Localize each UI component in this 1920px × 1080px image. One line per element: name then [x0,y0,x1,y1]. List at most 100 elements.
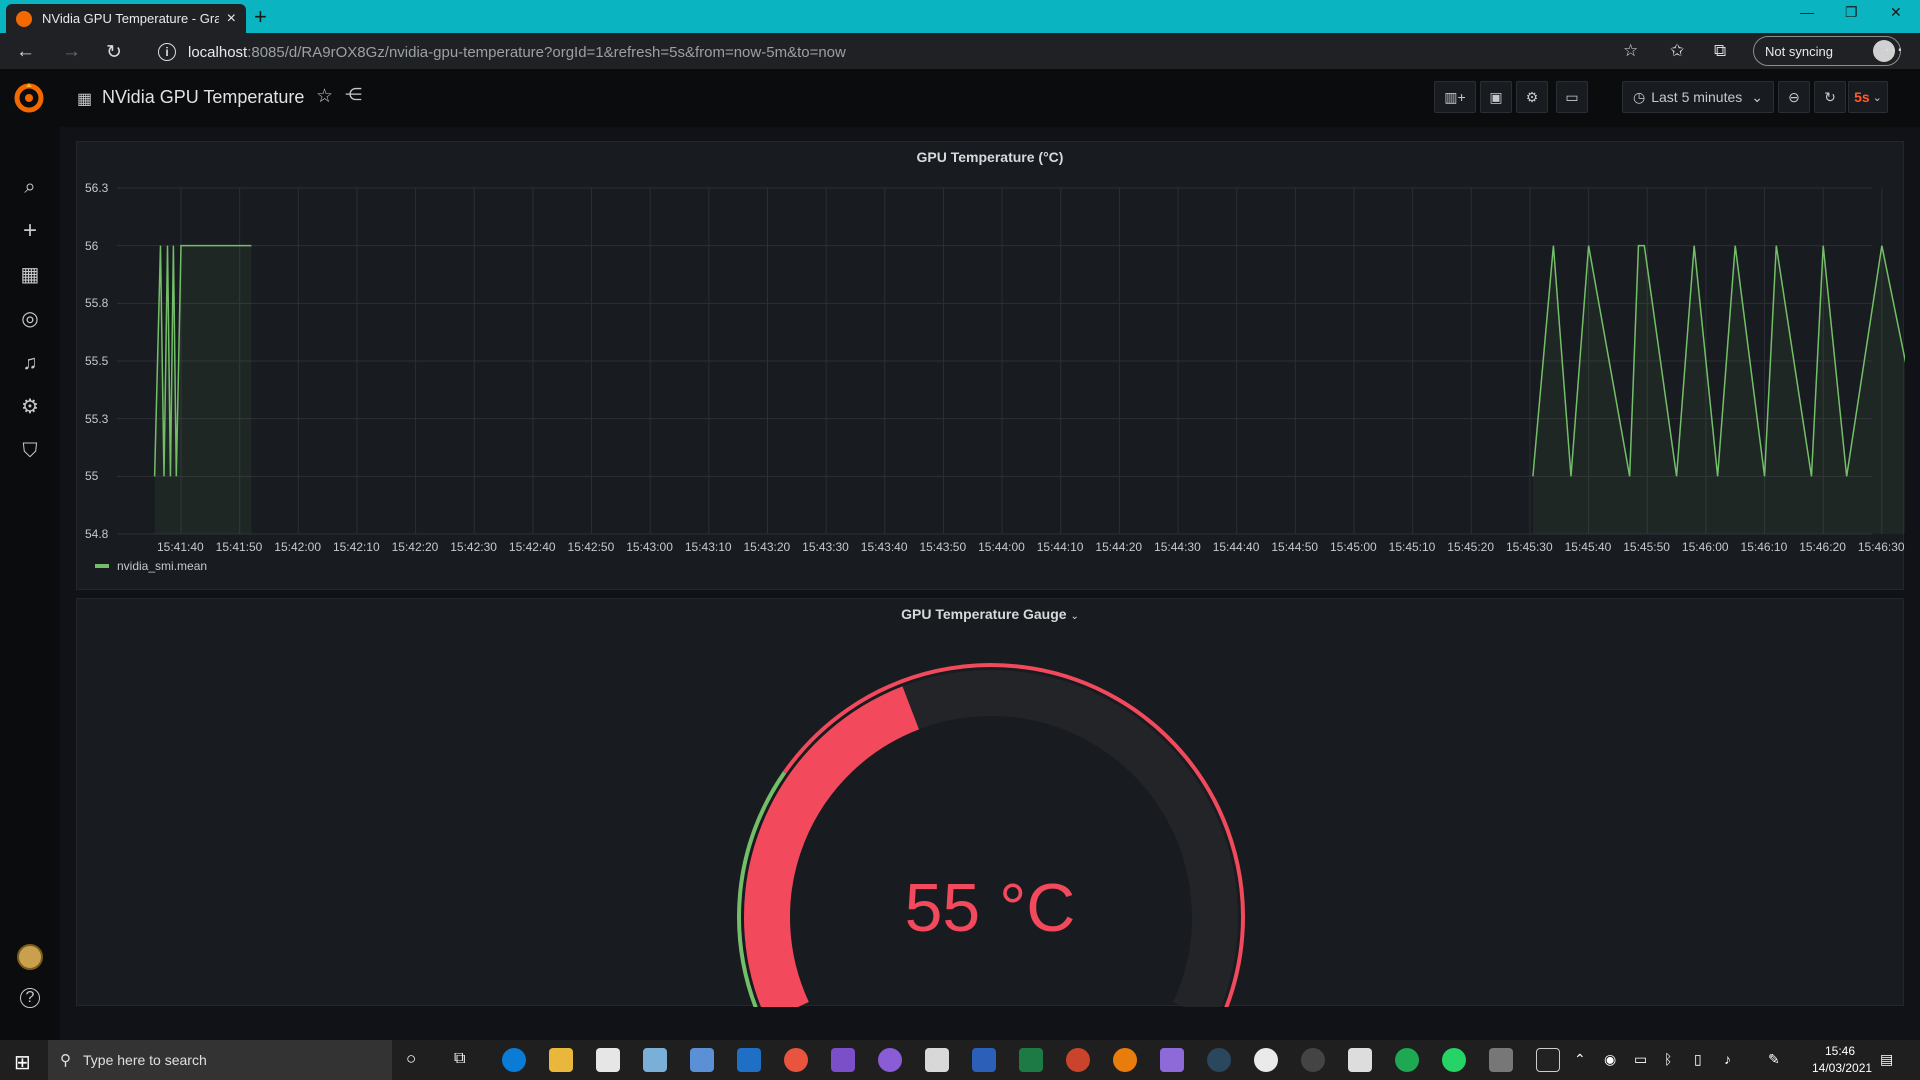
x-tick-label: 15:44:00 [978,540,1025,554]
terminal-app-icon[interactable] [1536,1048,1560,1072]
app-icon-15[interactable] [1160,1048,1184,1072]
x-tick-label: 15:46:20 [1799,540,1846,554]
store-app-icon[interactable] [596,1048,620,1072]
notifications-icon[interactable]: ▤ [1880,1051,1893,1068]
windows-start-icon[interactable]: ⊞ [14,1050,31,1075]
obs-app-icon[interactable] [1301,1048,1325,1072]
close-window-icon[interactable]: ✕ [1890,4,1902,21]
chevron-down-icon: ⌄ [1751,88,1763,105]
hangouts-app-icon[interactable] [1395,1048,1419,1072]
excel-app-icon[interactable] [1019,1048,1043,1072]
github-desktop-app-icon[interactable] [878,1048,902,1072]
file-explorer-icon[interactable] [549,1048,573,1072]
cycle-view-mode-button[interactable]: ▭ [1556,81,1588,113]
info-icon[interactable]: i [158,43,176,61]
url-path: :8085/d/RA9rOX8Gz/nvidia-gpu-temperature… [247,43,846,61]
app-icon-7[interactable] [784,1048,808,1072]
forward-icon[interactable]: → [62,41,81,63]
explore-compass-icon[interactable]: ◎ [18,307,42,331]
whatsapp-app-icon[interactable] [1442,1048,1466,1072]
app-icon-10[interactable] [925,1048,949,1072]
favorites-icon[interactable]: ✩ [1670,41,1684,61]
temperature-chart[interactable] [77,142,1905,591]
grafana-logo-icon[interactable] [12,81,46,115]
sync-label: Not syncing [1765,43,1833,59]
show-hidden-icons-chevron-icon[interactable]: ⌃ [1574,1051,1586,1068]
gear-icon: ⚙ [1525,88,1539,105]
x-tick-label: 15:43:20 [743,540,791,554]
series-area [1532,245,1905,534]
app-icon-17[interactable] [1254,1048,1278,1072]
tab-close-icon[interactable]: × [227,10,236,28]
edge-app-icon[interactable] [502,1048,526,1072]
dashboard-grid-icon: ▦ [77,91,93,108]
usb-tray-icon[interactable]: ▯ [1694,1051,1702,1068]
restore-icon[interactable]: ❐ [1845,4,1858,21]
collections-icon[interactable]: ⧉ [1714,41,1726,61]
unity-app-icon[interactable] [1348,1048,1372,1072]
app-icon-22[interactable] [1489,1048,1513,1072]
search-icon[interactable]: ⌕ [18,175,42,199]
task-view-icon[interactable]: ⧉ [454,1050,465,1068]
powerpoint-app-icon[interactable] [1066,1048,1090,1072]
star-dashboard-icon[interactable]: ☆ [316,85,333,108]
alerting-bell-icon[interactable]: ♫ [18,351,42,375]
clock-date: 14/03/2021 [1812,1061,1873,1075]
dashboard-settings-button[interactable]: ⚙ [1516,81,1548,113]
refresh-dashboard-button[interactable]: ↻ [1814,81,1846,113]
browser-tab[interactable]: NVidia GPU Temperature - Grafana × [6,4,246,33]
bluetooth-tray-icon[interactable]: ᛒ [1664,1051,1672,1067]
save-dashboard-button[interactable]: ▣ [1480,81,1512,113]
x-tick-label: 15:45:00 [1330,540,1377,554]
steam-app-icon[interactable] [1207,1048,1231,1072]
network-tray-icon[interactable]: ▭ [1634,1051,1647,1068]
minimize-icon[interactable]: — [1800,4,1814,20]
vscode-app-icon[interactable] [737,1048,761,1072]
add-panel-button[interactable]: ▥+ [1434,81,1476,113]
legend-label: nvidia_smi.mean [117,559,208,573]
more-icon[interactable]: ⋯ [1884,39,1903,62]
app-icon-4[interactable] [643,1048,667,1072]
visual-studio-app-icon[interactable] [831,1048,855,1072]
x-tick-label: 15:46:10 [1740,540,1788,554]
legend-item[interactable]: nvidia_smi.mean [95,559,207,573]
blender-app-icon[interactable] [1113,1048,1137,1072]
volume-tray-icon[interactable]: ♪ [1724,1051,1731,1067]
refresh-icon[interactable]: ↻ [106,41,122,64]
help-icon[interactable]: ? [20,988,40,1008]
share-icon[interactable]: ⋲ [345,85,362,105]
taskbar-search-box[interactable]: ⚲ Type here to search [48,1040,392,1080]
add-favorite-icon[interactable]: ☆ [1623,41,1638,61]
clock-icon: ◷ [1633,88,1646,105]
zoom-out-icon: ⊖ [1788,88,1800,105]
address-bar[interactable]: i localhost:8085/d/RA9rOX8Gz/nvidia-gpu-… [146,39,1586,65]
dashboard-title[interactable]: NVidia GPU Temperature [102,87,304,108]
temperature-gauge-panel: GPU Temperature Gauge ⌄ 55 °C [76,598,1904,1007]
x-tick-label: 15:43:50 [919,540,967,554]
create-plus-icon[interactable]: + [18,219,42,243]
profile-sync-button[interactable]: Not syncing [1753,36,1901,66]
dashboards-icon[interactable]: ▦ [18,263,42,287]
word-app-icon[interactable] [972,1048,996,1072]
configuration-gear-icon[interactable]: ⚙ [18,395,42,419]
browser-tab-bar: NVidia GPU Temperature - Grafana × + — ❐… [0,0,1920,33]
pen-tray-icon[interactable]: ✎ [1768,1051,1780,1068]
back-icon[interactable]: ← [16,41,35,63]
taskbar-clock[interactable]: 15:46 14/03/2021 [1812,1043,1873,1077]
app-icon-5[interactable] [690,1048,714,1072]
user-avatar[interactable] [17,944,43,970]
discord-tray-icon[interactable]: ◉ [1604,1051,1616,1068]
zoom-out-button[interactable]: ⊖ [1778,81,1810,113]
x-tick-label: 15:43:00 [626,540,673,554]
refresh-interval-picker[interactable]: 5s ⌄ [1848,81,1888,113]
server-admin-shield-icon[interactable]: ⛉ [18,439,42,463]
tab-title: NVidia GPU Temperature - Grafana [42,11,219,26]
address-toolbar: ← → ↻ i localhost:8085/d/RA9rOX8Gz/nvidi… [0,33,1920,69]
cortana-icon[interactable]: ○ [406,1049,416,1069]
time-range-label: Last 5 minutes [1651,89,1743,105]
time-range-picker[interactable]: ◷ Last 5 minutes ⌄ [1622,81,1774,113]
grafana-favicon-icon [16,10,32,27]
x-tick-label: 15:44:20 [1095,540,1143,554]
new-tab-button[interactable]: + [254,4,267,30]
x-tick-label: 15:42:40 [508,540,556,554]
